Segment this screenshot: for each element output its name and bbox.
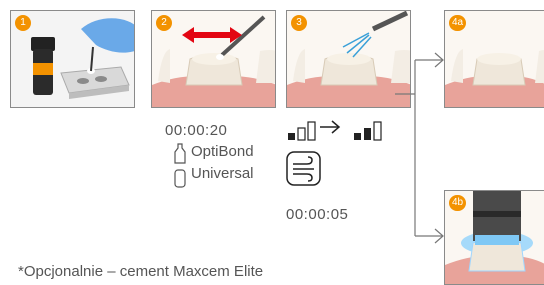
step-4b-panel: 4b: [444, 190, 544, 285]
branch-connector: [395, 52, 444, 244]
air-pressure-levels-icon: [288, 120, 382, 141]
step-4a-panel: 4a: [444, 10, 544, 108]
product-name-line1: OptiBond: [191, 143, 254, 160]
step-3-badge: 3: [291, 15, 307, 31]
product-bottles-icon: [174, 143, 186, 188]
step-3-time: 00:00:05: [286, 206, 349, 223]
step-3-panel: 3: [286, 10, 411, 108]
step-4b-badge: 4b: [449, 195, 467, 211]
product-name-line2: Universal: [191, 165, 254, 182]
step-2-time: 00:00:20: [165, 122, 228, 139]
step-1-panel: 1: [10, 10, 135, 108]
footnote: *Opcjonalnie – cement Maxcem Elite: [18, 263, 264, 280]
double-arrow-icon: [182, 27, 242, 43]
step-2-panel: 2: [151, 10, 276, 108]
air-flow-icon: [286, 151, 321, 186]
step-2-badge: 2: [156, 15, 172, 31]
step-1-badge: 1: [15, 15, 31, 31]
step-4a-badge: 4a: [449, 15, 467, 31]
